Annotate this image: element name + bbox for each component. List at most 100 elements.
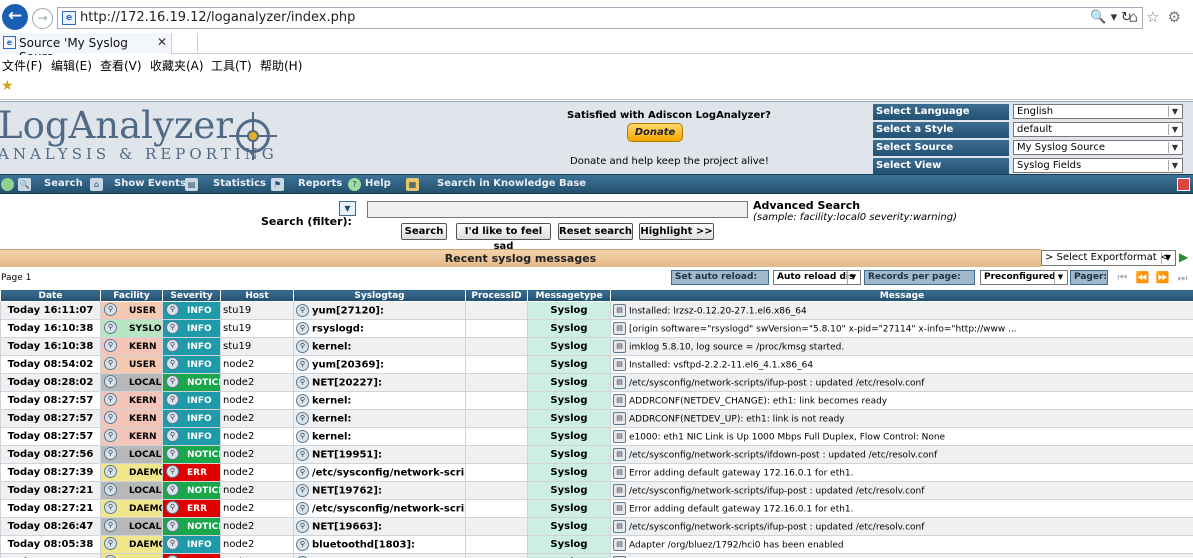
filter-icon[interactable]: ⚲	[296, 502, 309, 515]
message-details-icon[interactable]: ▤	[613, 520, 626, 533]
severity-badge[interactable]: ⚲ ERR	[163, 464, 220, 481]
severity-badge[interactable]: ⚲ INFO	[163, 392, 220, 409]
chevron-down-icon[interactable]: ▼	[1168, 106, 1181, 117]
search-icon[interactable]: 🔍	[18, 178, 31, 191]
row-host[interactable]: node2	[220, 499, 294, 518]
filter-icon[interactable]: ⚲	[104, 393, 117, 406]
message-text[interactable]: Error adding default gateway 172.16.0.1 …	[629, 505, 854, 515]
filter-icon[interactable]: ⚲	[296, 358, 309, 371]
row-date[interactable]: Today 08:28:02	[0, 373, 101, 392]
filter-icon[interactable]: ⚲	[104, 357, 117, 370]
table-row[interactable]: Today 08:05:38⚲DAEMON⚲ERRnode2⚲bluetooth…	[0, 553, 1193, 558]
message-details-icon[interactable]: ▤	[613, 304, 626, 317]
filter-icon[interactable]: ⚲	[296, 538, 309, 551]
table-row[interactable]: Today 16:10:38⚲SYSLOG⚲INFOstu19⚲rsyslogd…	[0, 319, 1193, 338]
row-date[interactable]: Today 08:05:38	[0, 553, 101, 558]
row-syslogtag[interactable]: ⚲ NET[20227]:	[293, 373, 466, 392]
nav-search[interactable]: Search	[44, 178, 83, 189]
message-text[interactable]: ADDRCONF(NETDEV_UP): eth1: link is not r…	[629, 415, 845, 425]
chevron-down-icon[interactable]: ▼	[1168, 160, 1181, 171]
row-date[interactable]: Today 08:54:02	[0, 355, 101, 374]
severity-badge[interactable]: ⚲ ERR	[163, 500, 220, 517]
severity-badge[interactable]: ⚲ INFO	[163, 320, 220, 337]
filter-icon[interactable]: ⚲	[166, 483, 179, 496]
forward-arrow-icon[interactable]: →	[32, 8, 53, 29]
severity-badge[interactable]: ⚲ INFO	[163, 356, 220, 373]
prev-page-icon[interactable]: ⏪	[1135, 271, 1150, 285]
severity-badge[interactable]: ⚲ NOTICE	[163, 482, 220, 499]
facility-badge[interactable]: ⚲ DAEMON	[101, 536, 162, 553]
home-icon[interactable]: ⌂	[90, 178, 103, 191]
row-message[interactable]: ▤ ADDRCONF(NETDEV_UP): eth1: link is not …	[610, 409, 1193, 428]
next-page-icon[interactable]: ⏩	[1155, 271, 1170, 285]
nav-knowledge-base[interactable]: Search in Knowledge Base	[437, 178, 586, 189]
filter-icon[interactable]: ⚲	[296, 412, 309, 425]
row-syslogtag[interactable]: ⚲ kernel:	[293, 427, 466, 446]
row-facility[interactable]: ⚲ USER	[100, 301, 163, 320]
chevron-down-icon[interactable]: ▼	[1168, 142, 1181, 153]
row-date[interactable]: Today 08:26:47	[0, 517, 101, 536]
last-page-icon[interactable]: ⏭	[1175, 271, 1190, 285]
row-syslogtag[interactable]: ⚲ kernel:	[293, 337, 466, 356]
row-severity[interactable]: ⚲ERR	[162, 463, 221, 482]
filter-icon[interactable]: ⚲	[166, 303, 179, 316]
menu-tools[interactable]: 工具(T)	[211, 57, 252, 74]
severity-badge[interactable]: ⚲ INFO	[163, 410, 220, 427]
filter-icon[interactable]: ⚲	[166, 519, 179, 532]
col-processid[interactable]: ProcessID	[465, 289, 528, 302]
reports-icon[interactable]: ⚑	[271, 178, 284, 191]
row-date[interactable]: Today 08:27:57	[0, 409, 101, 428]
row-message[interactable]: ▤ [origin software="rsyslogd" swVersion="…	[610, 319, 1193, 338]
row-facility[interactable]: ⚲DAEMON	[100, 499, 163, 518]
row-severity[interactable]: ⚲ NOTICE	[162, 517, 221, 536]
row-host[interactable]: stu19	[220, 301, 294, 320]
filter-icon[interactable]: ⚲	[104, 339, 117, 352]
row-message[interactable]: ▤/etc/sysconfig/network-scripts/ifup-pos…	[610, 517, 1193, 536]
first-page-icon[interactable]: ⏮	[1115, 271, 1130, 285]
row-severity[interactable]: ⚲ INFO	[162, 355, 221, 374]
row-severity[interactable]: ⚲ERR	[162, 499, 221, 518]
message-details-icon[interactable]: ▤	[613, 412, 626, 425]
feel-sad-button[interactable]: I'd like to feel sad	[456, 223, 551, 252]
message-text[interactable]: /etc/sysconfig/network-scripts/ifup-post…	[629, 523, 924, 533]
table-row[interactable]: Today 08:27:57 ⚲ KERN ⚲ INFO node2 ⚲ kernel: Sys…	[0, 427, 1193, 446]
row-date[interactable]: Today 08:27:21	[0, 481, 101, 500]
row-facility[interactable]: ⚲DAEMON	[100, 535, 163, 554]
row-date[interactable]: Today 16:10:38	[0, 319, 101, 338]
message-details-icon[interactable]: ▤	[613, 394, 626, 407]
filter-icon[interactable]: ⚲	[296, 394, 309, 407]
row-severity[interactable]: ⚲ INFO	[162, 337, 221, 356]
row-syslogtag[interactable]: ⚲bluetoothd[1803]:	[293, 553, 466, 558]
row-facility[interactable]: ⚲DAEMON	[100, 553, 163, 558]
row-syslogtag[interactable]: ⚲ kernel:	[293, 409, 466, 428]
facility-badge[interactable]: ⚲ LOCAL7	[101, 446, 162, 463]
row-severity[interactable]: ⚲ INFO	[162, 427, 221, 446]
advanced-search-link[interactable]: Advanced Search	[753, 199, 860, 212]
filter-icon[interactable]: ⚲	[166, 321, 179, 334]
filter-icon[interactable]: ⚲	[166, 537, 179, 550]
col-message[interactable]: Message	[610, 289, 1193, 302]
help-icon[interactable]: ?	[348, 178, 361, 191]
filter-icon[interactable]: ⚲	[296, 430, 309, 443]
message-text[interactable]: Installed: vsftpd-2.2.2-11.el6_4.1.x86_6…	[629, 361, 813, 371]
row-message[interactable]: ▤ imklog 5.8.10, log source = /proc/kmsg …	[610, 337, 1193, 356]
filter-icon[interactable]: ⚲	[104, 303, 117, 316]
donate-button[interactable]: Donate	[627, 123, 683, 142]
chevron-down-icon[interactable]: ▼	[1054, 271, 1066, 284]
filter-icon[interactable]: ⚲	[296, 322, 309, 335]
row-message[interactable]: ▤/etc/sysconfig/network-scripts/ifdown-p…	[610, 445, 1193, 464]
row-syslogtag[interactable]: ⚲ NET[19951]:	[293, 445, 466, 464]
row-message[interactable]: ▤/etc/sysconfig/network-scripts/ifup-pos…	[610, 373, 1193, 392]
row-severity[interactable]: ⚲ NOTICE	[162, 445, 221, 464]
filter-icon[interactable]: ⚲	[296, 484, 309, 497]
facility-badge[interactable]: ⚲ USER	[101, 302, 162, 319]
message-text[interactable]: imklog 5.8.10, log source = /proc/kmsg s…	[629, 343, 844, 353]
knowledge-base-icon[interactable]: ▦	[406, 178, 419, 191]
row-facility[interactable]: ⚲ KERN	[100, 337, 163, 356]
language-select[interactable]: English ▼	[1013, 104, 1183, 119]
table-row[interactable]: Today 16:11:07 ⚲ USER ⚲ INFO stu19 ⚲ yum[27120]…	[0, 301, 1193, 320]
row-date[interactable]: Today 08:27:39	[0, 463, 101, 482]
row-severity[interactable]: ⚲ERR	[162, 553, 221, 558]
row-date[interactable]: Today 08:27:21	[0, 499, 101, 518]
table-row[interactable]: Today 08:27:21⚲LOCAL7⚲NOTICEnode2⚲NET[19…	[0, 481, 1193, 500]
